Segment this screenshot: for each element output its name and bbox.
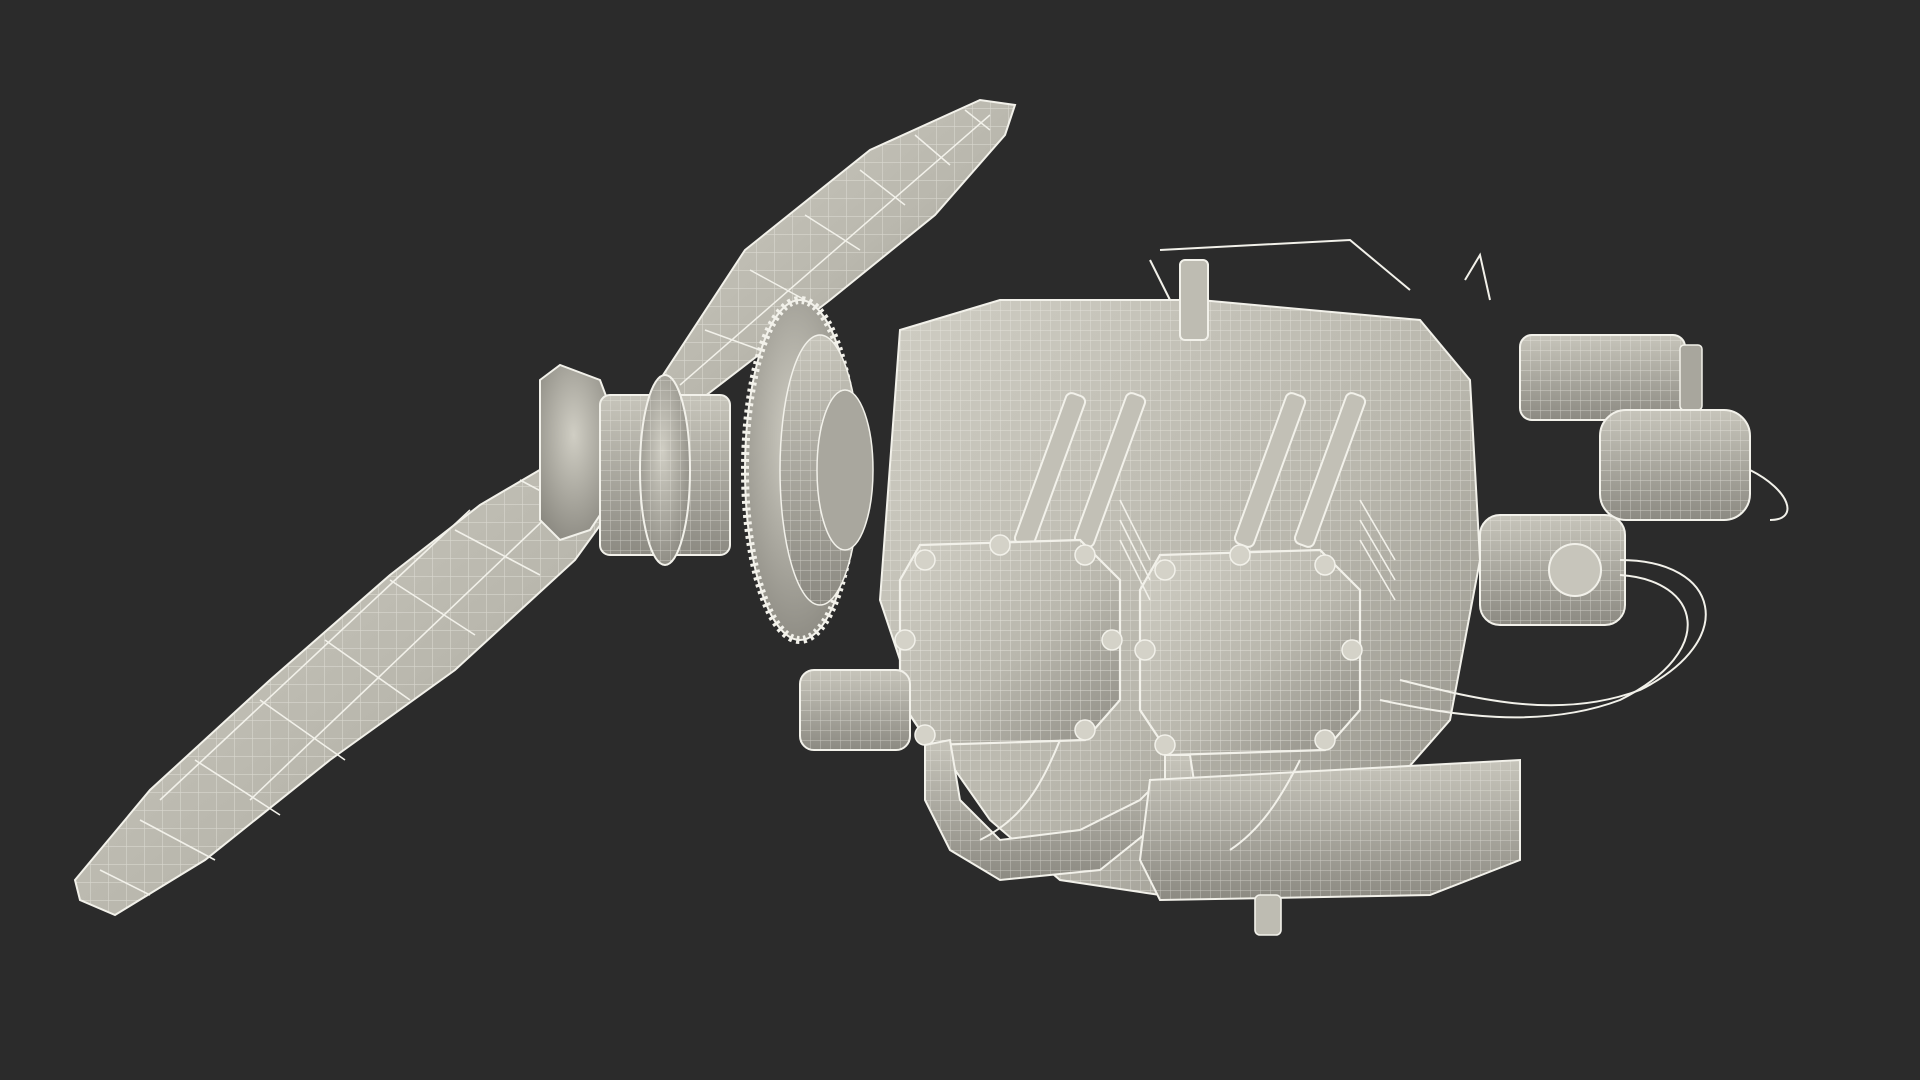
- cylinder-head-right: [1134, 544, 1363, 757]
- engine-render: [0, 0, 1920, 1080]
- starter-motor: [799, 669, 911, 751]
- render-viewport: [0, 0, 1920, 1080]
- propeller-hub: [539, 363, 731, 566]
- cylinder-head-left: [894, 534, 1123, 747]
- magneto-upper: [1519, 334, 1703, 421]
- magneto-lower: [1479, 514, 1626, 626]
- oil-filter: [1599, 409, 1751, 521]
